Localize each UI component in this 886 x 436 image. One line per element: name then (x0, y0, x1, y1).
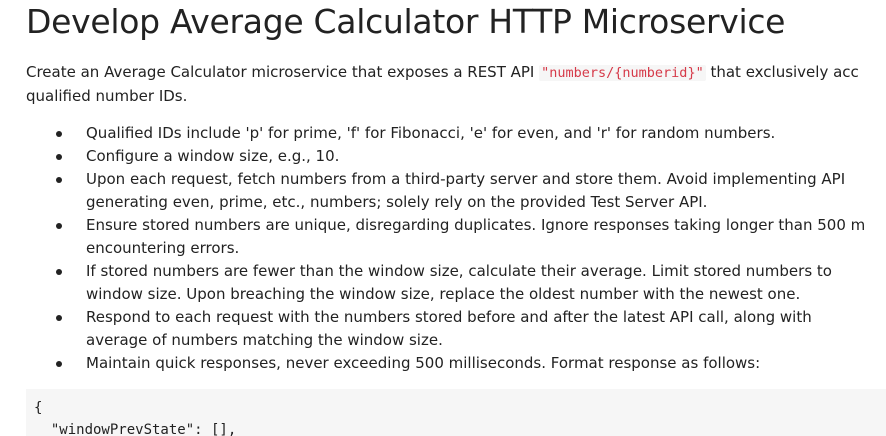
response-code-block: { "windowPrevState": [], (26, 389, 886, 436)
list-item: Qualified IDs include 'p' for prime, 'f'… (26, 122, 886, 145)
intro-line-1: Create an Average Calculator microservic… (26, 61, 886, 85)
code-line: { (34, 400, 43, 416)
api-path-code: "numbers/{numberid}" (539, 65, 706, 81)
list-item: Maintain quick responses, never exceedin… (26, 352, 886, 375)
bullet-icon (56, 154, 62, 160)
list-item: If stored numbers are fewer than the win… (26, 260, 886, 306)
list-item-line: window size. Upon breaching the window s… (86, 285, 801, 303)
list-item-line: average of numbers matching the window s… (86, 331, 443, 349)
intro-text-after: that exclusively acc (705, 63, 859, 81)
list-item-line: encountering errors. (86, 239, 240, 257)
list-item-line: If stored numbers are fewer than the win… (86, 262, 832, 280)
list-item-line: Upon each request, fetch numbers from a … (86, 170, 846, 188)
list-item: Configure a window size, e.g., 10. (26, 145, 886, 168)
code-line: "windowPrevState": [], (34, 422, 237, 436)
bullet-icon (56, 269, 62, 275)
list-item-line: Ensure stored numbers are unique, disreg… (86, 216, 866, 234)
list-item-line: generating even, prime, etc., numbers; s… (86, 193, 708, 211)
requirements-list: Qualified IDs include 'p' for prime, 'f'… (26, 122, 886, 375)
page-title: Develop Average Calculator HTTP Microser… (26, 2, 786, 41)
list-item: Ensure stored numbers are unique, disreg… (26, 214, 886, 260)
list-item-line: Maintain quick responses, never exceedin… (86, 354, 761, 372)
intro-text-before: Create an Average Calculator microservic… (26, 63, 540, 81)
list-item-line: Configure a window size, e.g., 10. (86, 147, 340, 165)
bullet-icon (56, 131, 62, 137)
bullet-icon (56, 223, 62, 229)
list-item-line: Respond to each request with the numbers… (86, 308, 812, 326)
list-item-line: Qualified IDs include 'p' for prime, 'f'… (86, 124, 776, 142)
list-item: Upon each request, fetch numbers from a … (26, 168, 886, 214)
list-item: Respond to each request with the numbers… (26, 306, 886, 352)
intro-line-2: qualified number IDs. (26, 87, 188, 105)
bullet-icon (56, 361, 62, 367)
intro-paragraph: Create an Average Calculator microservic… (26, 61, 886, 108)
bullet-icon (56, 177, 62, 183)
bullet-icon (56, 315, 62, 321)
